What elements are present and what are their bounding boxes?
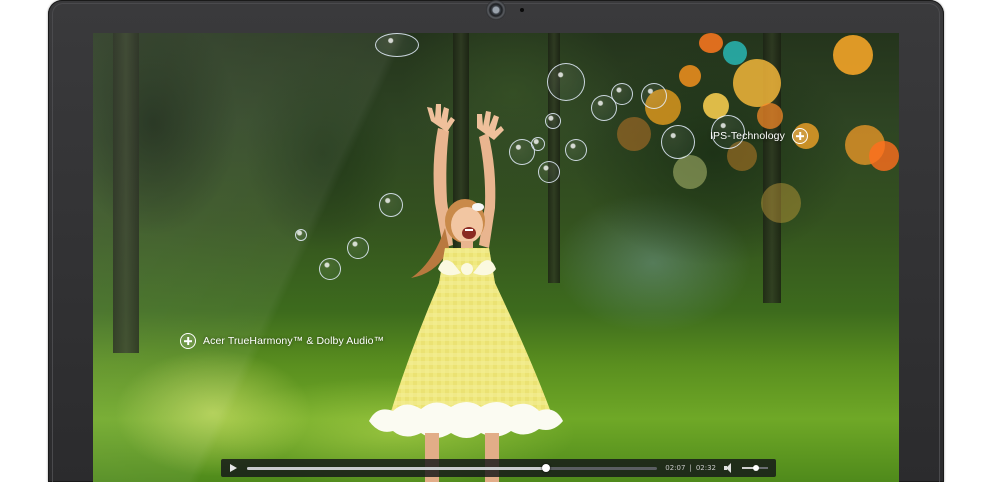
plus-circle-icon[interactable] <box>791 128 808 144</box>
time-display: 02:07 | 02:32 <box>665 464 716 472</box>
feature-audio-hotspot[interactable]: Acer TrueHarmony™ & Dolby Audio™ <box>180 333 384 349</box>
volume-slider[interactable] <box>742 464 768 471</box>
total-duration: 02:32 <box>695 464 716 472</box>
webcam-icon <box>486 0 506 20</box>
elapsed-time: 02:07 <box>665 464 686 472</box>
feature-ips-label: IPS-Technology <box>710 130 785 142</box>
laptop-screen: Acer TrueHarmony™ & Dolby Audio™ IPS-Tec… <box>93 33 899 482</box>
webcam-indicator-light <box>520 8 524 12</box>
volume-handle[interactable] <box>753 464 760 471</box>
plus-circle-icon[interactable] <box>180 333 196 349</box>
volume-icon[interactable] <box>724 463 734 473</box>
child-figure <box>369 104 563 482</box>
feature-ips-hotspot[interactable]: IPS-Technology <box>710 128 808 144</box>
seek-bar[interactable] <box>247 463 658 472</box>
video-control-bar: 02:07 | 02:32 <box>221 459 776 477</box>
time-separator: | <box>689 464 692 472</box>
play-icon[interactable] <box>227 462 239 474</box>
seek-progress <box>247 466 547 470</box>
feature-audio-label: Acer TrueHarmony™ & Dolby Audio™ <box>203 335 385 347</box>
seek-handle[interactable] <box>542 463 551 472</box>
